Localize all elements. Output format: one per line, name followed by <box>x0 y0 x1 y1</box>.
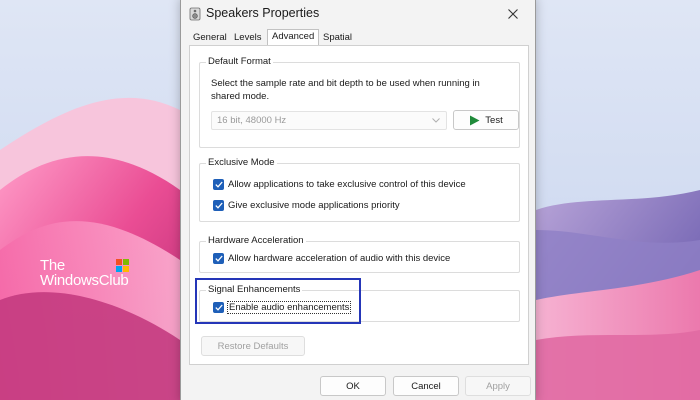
chevron-down-icon <box>432 118 440 123</box>
exclusive-control-label: Allow applications to take exclusive con… <box>228 179 466 190</box>
apply-button[interactable]: Apply <box>465 376 531 396</box>
sample-rate-select[interactable]: 16 bit, 48000 Hz <box>211 111 447 130</box>
cancel-button[interactable]: Cancel <box>393 376 459 396</box>
watermark-line2: WindowsClub <box>40 272 129 289</box>
sample-rate-value: 16 bit, 48000 Hz <box>217 115 287 126</box>
restore-defaults-label: Restore Defaults <box>217 340 289 352</box>
exclusive-priority-label: Give exclusive mode applications priorit… <box>228 200 400 211</box>
apply-button-label: Apply <box>486 380 510 392</box>
window-title: Speakers Properties <box>206 6 320 20</box>
cancel-button-label: Cancel <box>411 380 441 392</box>
close-icon <box>508 9 518 19</box>
close-button[interactable] <box>491 0 535 29</box>
ok-button-label: OK <box>346 380 360 392</box>
windows-logo-icon <box>116 259 130 273</box>
exclusive-mode-group: Exclusive Mode Allow applications to tak… <box>199 157 520 222</box>
ok-button[interactable]: OK <box>320 376 386 396</box>
dialog-footer: OK Cancel Apply <box>181 371 535 400</box>
speakers-properties-dialog: Speakers Properties General Levels Advan… <box>180 0 536 400</box>
exclusive-mode-title: Exclusive Mode <box>206 157 277 168</box>
hardware-acceleration-label: Allow hardware acceleration of audio wit… <box>228 253 451 264</box>
exclusive-priority-checkbox[interactable]: Give exclusive mode applications priorit… <box>213 200 400 211</box>
default-format-description: Select the sample rate and bit depth to … <box>211 78 480 102</box>
checkbox-checked-icon <box>213 200 224 211</box>
hardware-acceleration-checkbox[interactable]: Allow hardware acceleration of audio wit… <box>213 253 450 264</box>
test-button-label: Test <box>485 114 503 126</box>
default-format-group: Default Format Select the sample rate an… <box>199 56 520 148</box>
test-button[interactable]: Test <box>453 110 519 130</box>
checkbox-checked-icon <box>213 253 224 264</box>
speaker-icon <box>189 7 201 21</box>
restore-defaults-button[interactable]: Restore Defaults <box>201 336 305 356</box>
checkbox-checked-icon <box>213 179 224 190</box>
title-bar[interactable]: Speakers Properties <box>181 0 535 29</box>
default-format-title: Default Format <box>206 56 273 67</box>
exclusive-control-checkbox[interactable]: Allow applications to take exclusive con… <box>213 179 466 190</box>
hardware-acceleration-group: Hardware Acceleration Allow hardware acc… <box>199 235 520 273</box>
play-icon <box>470 115 480 125</box>
hardware-acceleration-title: Hardware Acceleration <box>206 235 306 246</box>
watermark-logo: The WindowsClub <box>40 258 130 289</box>
highlight-box <box>195 278 361 324</box>
